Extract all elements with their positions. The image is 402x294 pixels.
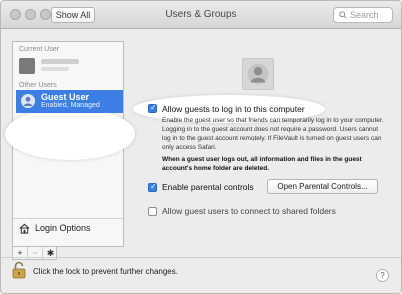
current-user-item[interactable] xyxy=(19,58,119,76)
guest-description: Enable the guest user so that friends ca… xyxy=(162,117,384,151)
shared-folders-checkbox[interactable] xyxy=(148,207,157,216)
allow-guests-label[interactable]: Allow guests to log in to this computer xyxy=(162,104,305,114)
lock-message: Click the lock to prevent further change… xyxy=(33,267,178,276)
footer-divider xyxy=(1,257,401,258)
divider xyxy=(13,218,123,219)
shared-folders-label[interactable]: Allow guest users to connect to shared f… xyxy=(162,206,336,216)
user-picture[interactable] xyxy=(242,58,274,90)
guest-user-status: Enabled, Managed xyxy=(41,102,100,109)
parental-controls-checkbox[interactable] xyxy=(148,182,157,192)
sidebar-button-bar: + − ✱ xyxy=(12,247,57,260)
current-user-name-redacted xyxy=(41,59,79,64)
parental-controls-label[interactable]: Enable parental controls xyxy=(162,182,254,192)
current-user-role-redacted xyxy=(41,67,69,71)
guest-warning: When a guest user logs out, all informat… xyxy=(162,156,362,172)
search-icon xyxy=(339,11,347,19)
allow-guests-checkbox[interactable] xyxy=(148,103,157,113)
help-button[interactable]: ? xyxy=(376,269,389,282)
users-sidebar: Current User Other Users Guest User Enab… xyxy=(5,41,135,247)
search-field[interactable]: Search xyxy=(333,7,393,23)
users-groups-window: Show All Users & Groups Search Current U… xyxy=(0,0,402,294)
user-silhouette-icon xyxy=(21,94,35,108)
open-parental-controls-button[interactable]: Open Parental Controls... xyxy=(267,179,378,194)
guest-highlight-oval xyxy=(5,108,135,160)
current-user-header: Current User xyxy=(19,46,60,53)
login-options-label: Login Options xyxy=(35,223,91,233)
titlebar: Show All Users & Groups Search xyxy=(1,1,401,29)
search-placeholder: Search xyxy=(350,10,379,20)
guest-user-name: Guest User xyxy=(41,92,90,102)
house-icon xyxy=(19,223,30,234)
other-users-header: Other Users xyxy=(19,82,57,89)
guest-settings-pane: Allow guests to log in to this computer … xyxy=(125,41,391,247)
avatar xyxy=(19,58,35,74)
lock-icon[interactable] xyxy=(11,261,27,279)
sidebar-item-guest-user[interactable]: Guest User Enabled, Managed xyxy=(16,90,123,113)
